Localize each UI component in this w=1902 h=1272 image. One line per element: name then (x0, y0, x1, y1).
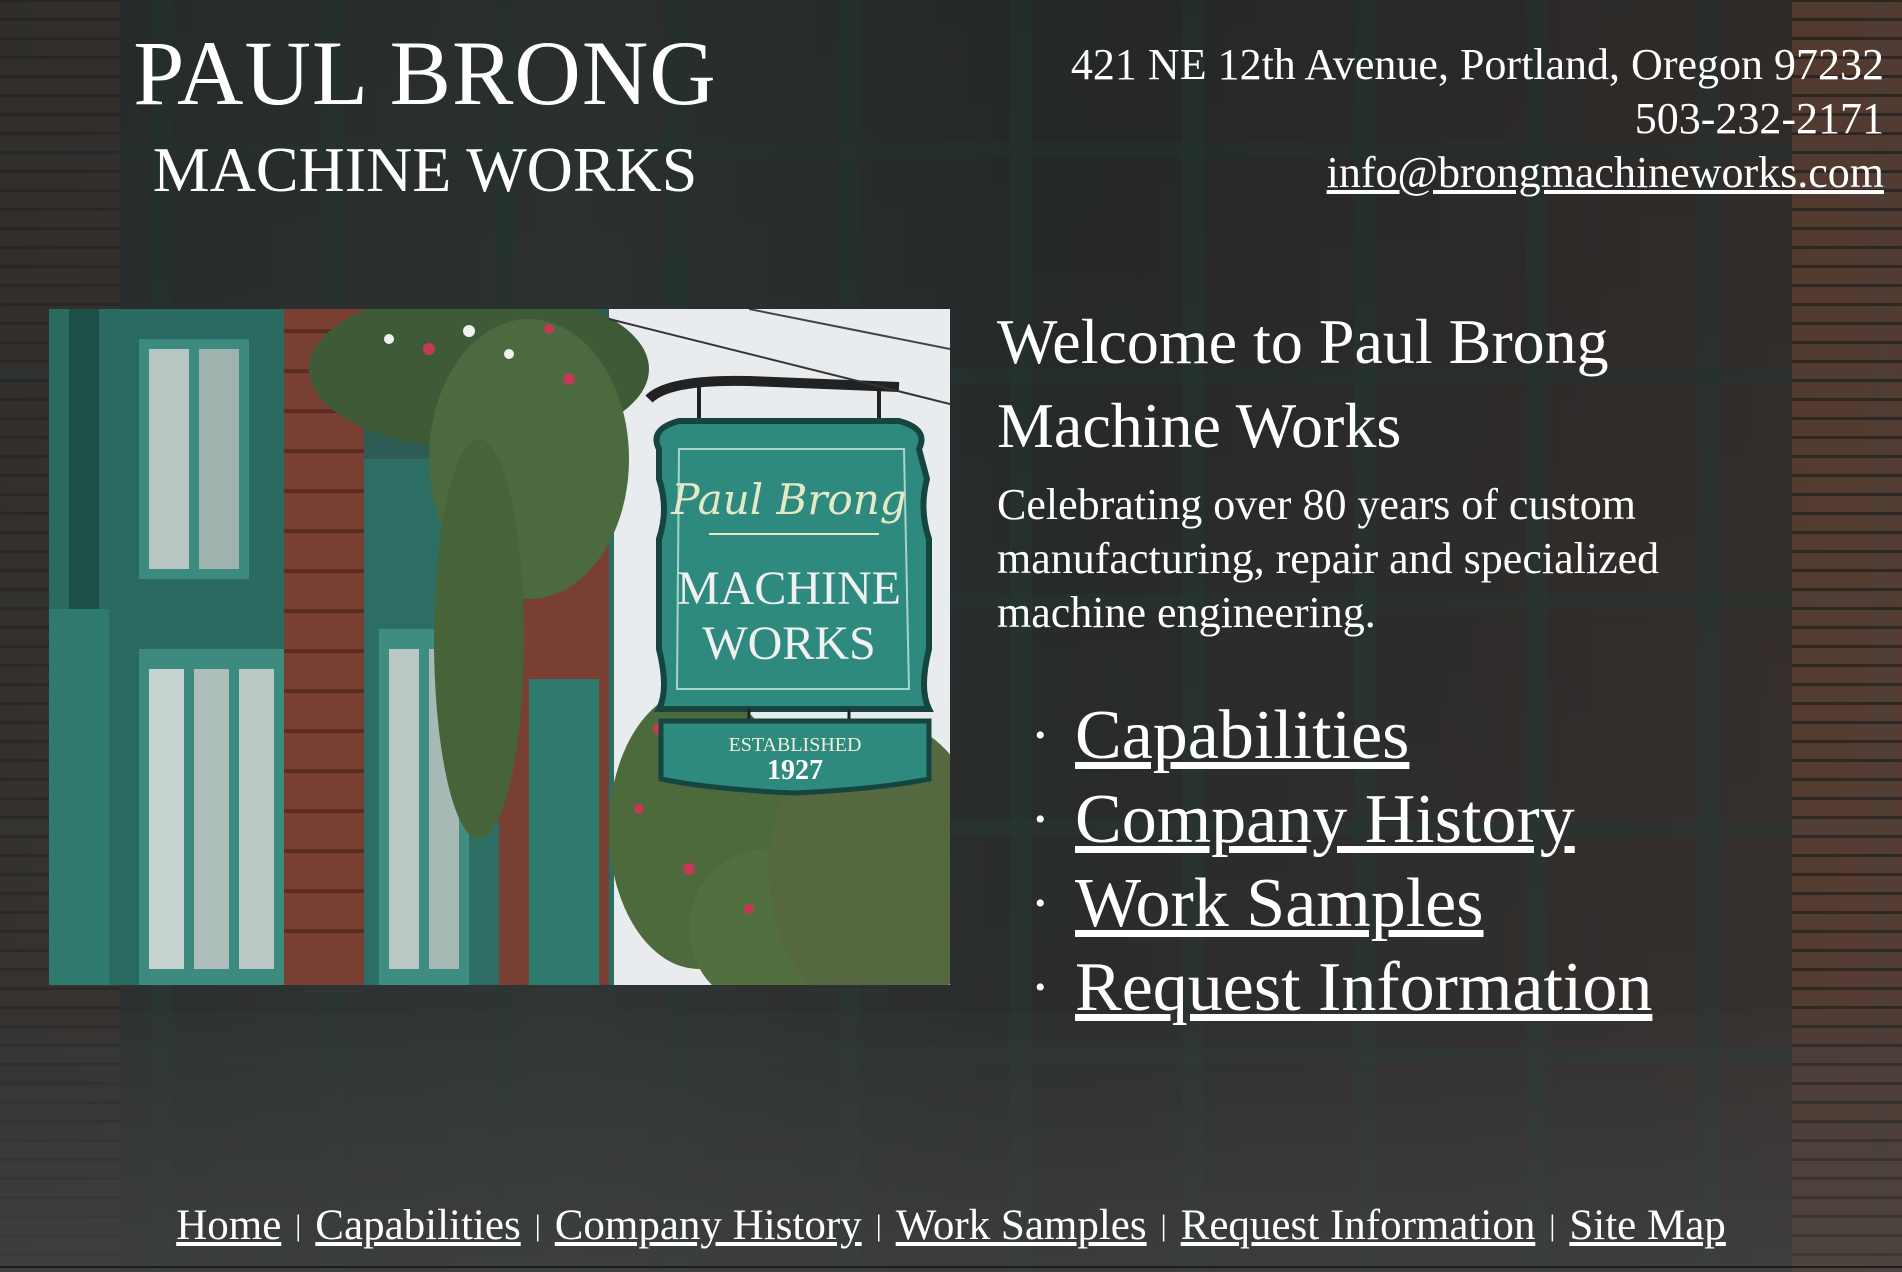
footer-home-link[interactable]: Home (176, 1202, 281, 1249)
list-item: • Company History (1035, 778, 1652, 862)
bullet-icon: • (1035, 803, 1046, 836)
sign-works-text: WORKS (702, 617, 875, 670)
footer-capabilities-link[interactable]: Capabilities (315, 1202, 520, 1249)
capabilities-link[interactable]: Capabilities (1075, 697, 1409, 774)
nav-separator: | (295, 1209, 302, 1242)
footer-divider (0, 1266, 1902, 1268)
bullet-icon: • (1035, 719, 1046, 752)
welcome-section: Welcome to Paul Brong Machine Works Cele… (997, 300, 1777, 640)
contact-info: 421 NE 12th Avenue, Portland, Oregon 972… (1071, 38, 1884, 200)
work-samples-link[interactable]: Work Samples (1075, 865, 1483, 942)
footer-navigation: Home | Capabilities | Company History | Work S… (0, 1200, 1902, 1256)
bullet-icon: • (1035, 887, 1046, 920)
list-item: • Request Information (1035, 946, 1652, 1030)
request-information-link[interactable]: Request Information (1075, 949, 1652, 1026)
plaque-established-text: ESTABLISHED (729, 734, 862, 756)
company-history-link[interactable]: Company History (1075, 781, 1575, 858)
email-link[interactable]: info@brongmachineworks.com (1327, 148, 1884, 197)
bullet-icon: • (1035, 971, 1046, 1004)
page: PAUL BRONG MACHINE WORKS 421 NE 12th Ave… (0, 0, 1902, 1272)
nav-separator: | (534, 1209, 541, 1242)
site-logo[interactable]: PAUL BRONG MACHINE WORKS (60, 18, 790, 210)
list-item: • Capabilities (1035, 694, 1652, 778)
footer-request-information-link[interactable]: Request Information (1181, 1202, 1536, 1249)
main-links: • Capabilities • Company History • Work … (1035, 694, 1652, 1030)
nav-separator: | (1160, 1209, 1167, 1242)
phone-number: 503-232-2171 (1634, 94, 1884, 143)
sign-machine-text: MACHINE (677, 562, 901, 615)
nav-separator: | (875, 1209, 882, 1242)
nav-separator: | (1549, 1209, 1556, 1242)
address: 421 NE 12th Avenue, Portland, Oregon 972… (1070, 40, 1884, 89)
plaque-year-text: 1927 (767, 755, 823, 786)
footer-work-samples-link[interactable]: Work Samples (896, 1202, 1147, 1249)
welcome-text: Celebrating over 80 years of custom manu… (997, 480, 1660, 637)
storefront-photo: Paul Brong MACHINE WORKS ESTABLISHED 192… (49, 309, 950, 985)
list-item: • Work Samples (1035, 862, 1652, 946)
welcome-heading: Welcome to Paul Brong Machine Works (997, 306, 1609, 461)
footer-site-map-link[interactable]: Site Map (1569, 1202, 1725, 1249)
sign-logo-text: Paul Brong (670, 475, 906, 524)
brand-name: PAUL BRONG (133, 22, 717, 124)
footer-company-history-link[interactable]: Company History (555, 1202, 862, 1249)
brand-subtitle: MACHINE WORKS (152, 134, 698, 205)
